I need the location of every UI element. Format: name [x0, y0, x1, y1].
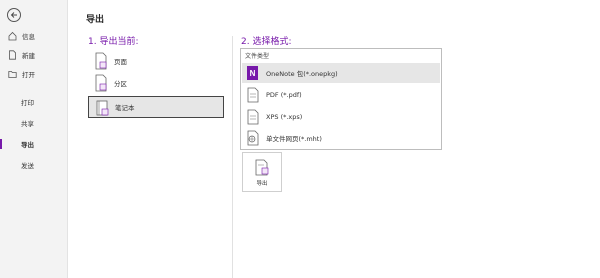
nav-item-send[interactable]: 发送 [0, 157, 68, 173]
nav-item-label: 打开 [22, 71, 35, 79]
page-icon [95, 52, 107, 70]
pdf-icon [247, 87, 259, 103]
export-icon [255, 159, 269, 176]
back-button[interactable] [7, 8, 21, 22]
export-button-label: 导出 [256, 181, 268, 187]
home-icon [8, 31, 17, 41]
nav-item-info[interactable]: 信息 [0, 28, 68, 44]
scope-option-page[interactable]: 页面 [88, 50, 224, 72]
nav-item-new[interactable]: 新建 [0, 47, 68, 63]
onenote-package-icon: N [247, 66, 258, 80]
nav-item-label: 新建 [22, 52, 35, 60]
format-option-mht[interactable]: 单文件网页(*.mht) [242, 128, 440, 148]
nav-item-export[interactable]: 导出 [0, 136, 68, 152]
format-option-onepkg[interactable]: N OneNote 包(*.onepkg) [242, 63, 440, 83]
folder-icon [8, 71, 17, 78]
nav-item-label: 导出 [21, 141, 34, 149]
scope-option-section[interactable]: 分区 [88, 72, 224, 94]
nav-item-open[interactable]: 打开 [0, 66, 68, 82]
format-option-xps[interactable]: XPS (*.xps) [242, 107, 440, 127]
nav-item-label: 发送 [21, 162, 34, 170]
format-list-header: 文件类型 [245, 53, 270, 60]
format-option-label: 单文件网页(*.mht) [266, 135, 322, 143]
nav-item-label: 信息 [22, 33, 35, 41]
format-list: 文件类型 N OneNote 包(*.onepkg) PDF (*.pdf) X… [240, 48, 442, 150]
format-option-pdf[interactable]: PDF (*.pdf) [242, 85, 440, 105]
svg-text:N: N [250, 69, 256, 78]
section-icon [95, 74, 107, 92]
format-option-label: PDF (*.pdf) [266, 91, 302, 99]
column-divider [232, 36, 233, 278]
scope-option-label: 分区 [114, 80, 127, 88]
format-option-label: XPS (*.xps) [266, 113, 303, 121]
nav-item-share[interactable]: 共享 [0, 115, 68, 131]
xps-icon [247, 109, 259, 125]
backstage-sidebar: 信息 新建 打开 打印 共享 导出 发送 [0, 0, 68, 278]
format-heading: 2. 选择格式: [241, 37, 292, 47]
back-arrow-icon [10, 12, 17, 18]
scope-option-label: 笔记本 [115, 104, 135, 112]
nav-item-print[interactable]: 打印 [0, 94, 68, 110]
page-title: 导出 [86, 15, 105, 25]
new-document-icon [9, 50, 16, 60]
format-option-label: OneNote 包(*.onepkg) [266, 70, 338, 78]
nav-item-label: 打印 [21, 99, 34, 107]
nav-item-label: 共享 [21, 120, 34, 128]
scope-option-notebook[interactable]: 笔记本 [88, 96, 224, 118]
web-page-icon [247, 130, 259, 146]
export-button[interactable]: 导出 [242, 152, 282, 192]
scope-option-label: 页面 [114, 58, 127, 66]
notebook-icon [96, 100, 109, 116]
scope-heading: 1. 导出当前: [88, 37, 139, 47]
